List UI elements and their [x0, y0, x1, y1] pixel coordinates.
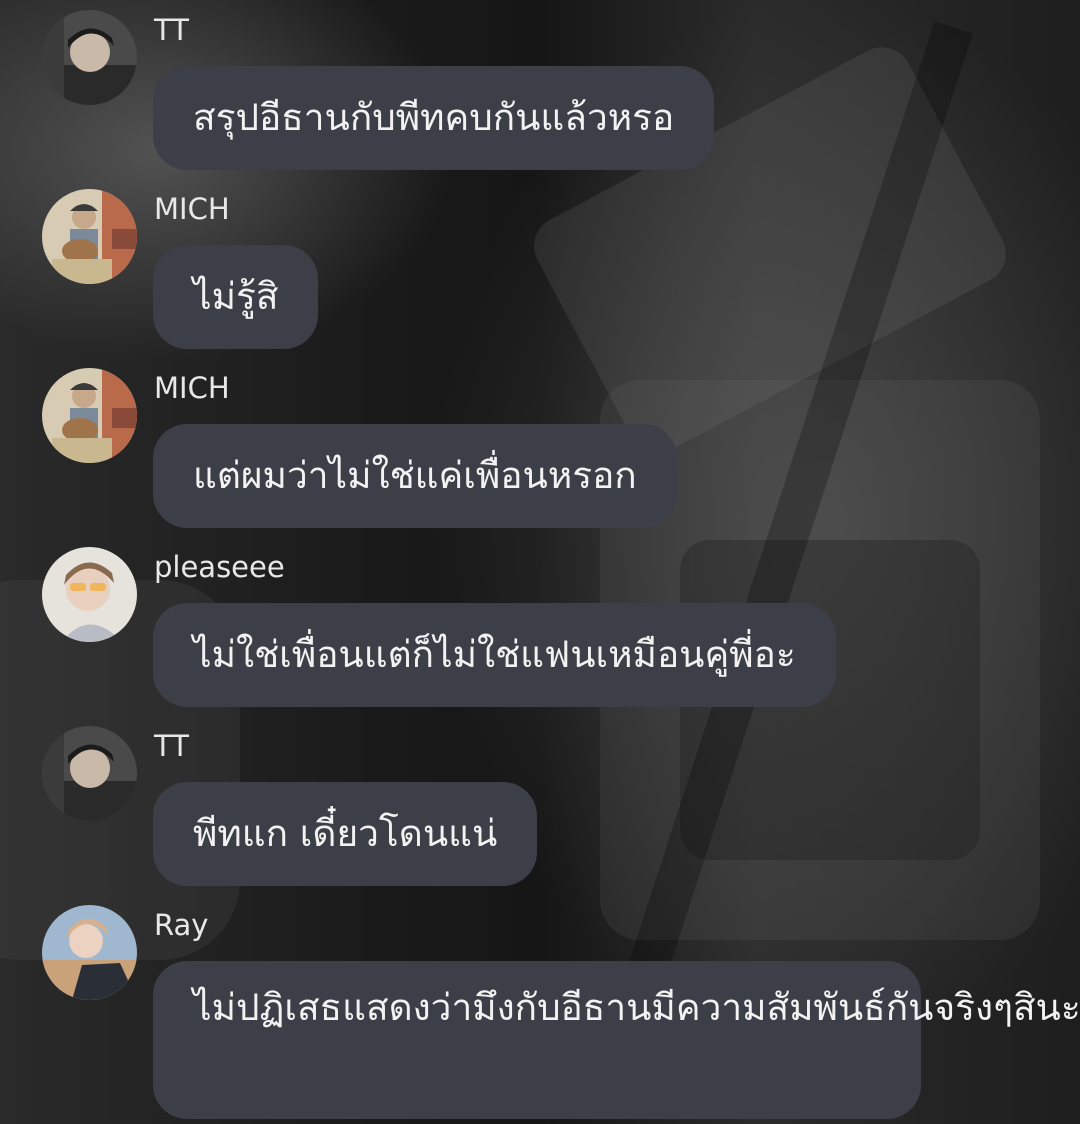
message-text-line: สัมพันธ์กันจริงๆสินะ [766, 986, 1080, 1029]
sender-name: pleaseee [154, 550, 285, 584]
message-bubble[interactable]: ไม่รู้สิ [153, 245, 319, 349]
avatar-ray-icon[interactable] [42, 905, 137, 1000]
message-bubble[interactable]: สรุปอีธานกับพีทคบกันแล้วหรอ [153, 66, 715, 170]
avatar-mich-icon[interactable] [42, 368, 137, 463]
message-bubble[interactable]: พีทแก เดี๋ยวโดนแน่ [153, 782, 538, 886]
avatar-pleaseee-icon[interactable] [42, 547, 137, 642]
message-text: ไม่รู้สิ [193, 275, 279, 318]
message-text: แต่ผมว่าไม่ใช่แค่เพื่อนหรอก [193, 454, 637, 497]
sender-name: MICH [154, 371, 230, 405]
sender-name: TT [154, 13, 189, 47]
message-bubble[interactable]: ไม่ใช่เพื่อนแต่ก็ไม่ใช่แฟนเหมือนคู่พี่อะ [153, 603, 836, 707]
message-text: สรุปอีธานกับพีทคบกันแล้วหรอ [193, 96, 675, 139]
message-text: พีทแก เดี๋ยวโดนแน่ [193, 812, 498, 855]
message-text: ไม่ใช่เพื่อนแต่ก็ไม่ใช่แฟนเหมือนคู่พี่อะ [193, 633, 796, 676]
message-bubble[interactable]: ไม่ปฏิเสธแสดงว่ามึงกับอีธานมีความ สัมพัน… [153, 961, 1080, 1119]
sender-name: MICH [154, 192, 230, 226]
avatar-mich-icon[interactable] [42, 189, 137, 284]
sender-name: Ray [154, 908, 209, 942]
message-text-line: ไม่ปฏิเสธแสดงว่ามึงกับอีธานมีความ [193, 986, 767, 1029]
message-bubble[interactable]: แต่ผมว่าไม่ใช่แค่เพื่อนหรอก [153, 424, 677, 528]
avatar-tt-icon[interactable] [42, 10, 137, 105]
chat-thread: TT สรุปอีธานกับพีทคบกันแล้วหรอ MICH ไม่ร… [0, 0, 1080, 1124]
sender-name: TT [154, 729, 189, 763]
avatar-tt-icon[interactable] [42, 726, 137, 821]
